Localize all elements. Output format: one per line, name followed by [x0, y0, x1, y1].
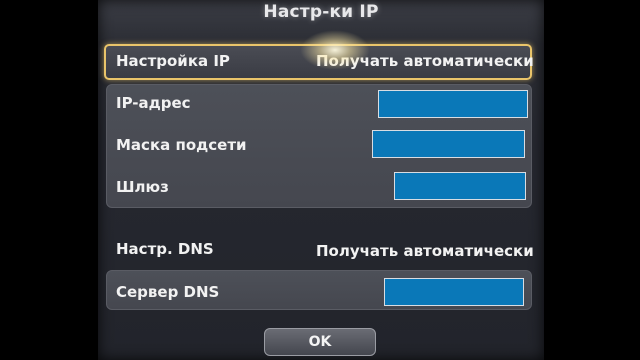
- gateway-label: Шлюз: [116, 178, 169, 196]
- dns-server-field[interactable]: [384, 278, 524, 306]
- dns-setting-value[interactable]: Получать автоматически: [316, 242, 534, 260]
- dns-setting-label: Настр. DNS: [116, 240, 214, 258]
- gateway-field[interactable]: [394, 172, 526, 200]
- ip-address-label: IP-адрес: [116, 94, 191, 112]
- ip-setting-label: Настройка IP: [116, 52, 230, 70]
- subnet-mask-field[interactable]: [372, 130, 525, 158]
- ip-setting-value[interactable]: Получать автоматически: [316, 52, 534, 70]
- tv-screen: Настр-ки IP Настройка IP Получать автома…: [0, 0, 640, 360]
- ip-address-field[interactable]: [378, 90, 528, 118]
- dialog-title: Настр-ки IP: [263, 2, 379, 22]
- ok-button[interactable]: OK: [264, 328, 376, 356]
- dns-server-label: Сервер DNS: [116, 283, 220, 301]
- subnet-mask-label: Маска подсети: [116, 136, 247, 154]
